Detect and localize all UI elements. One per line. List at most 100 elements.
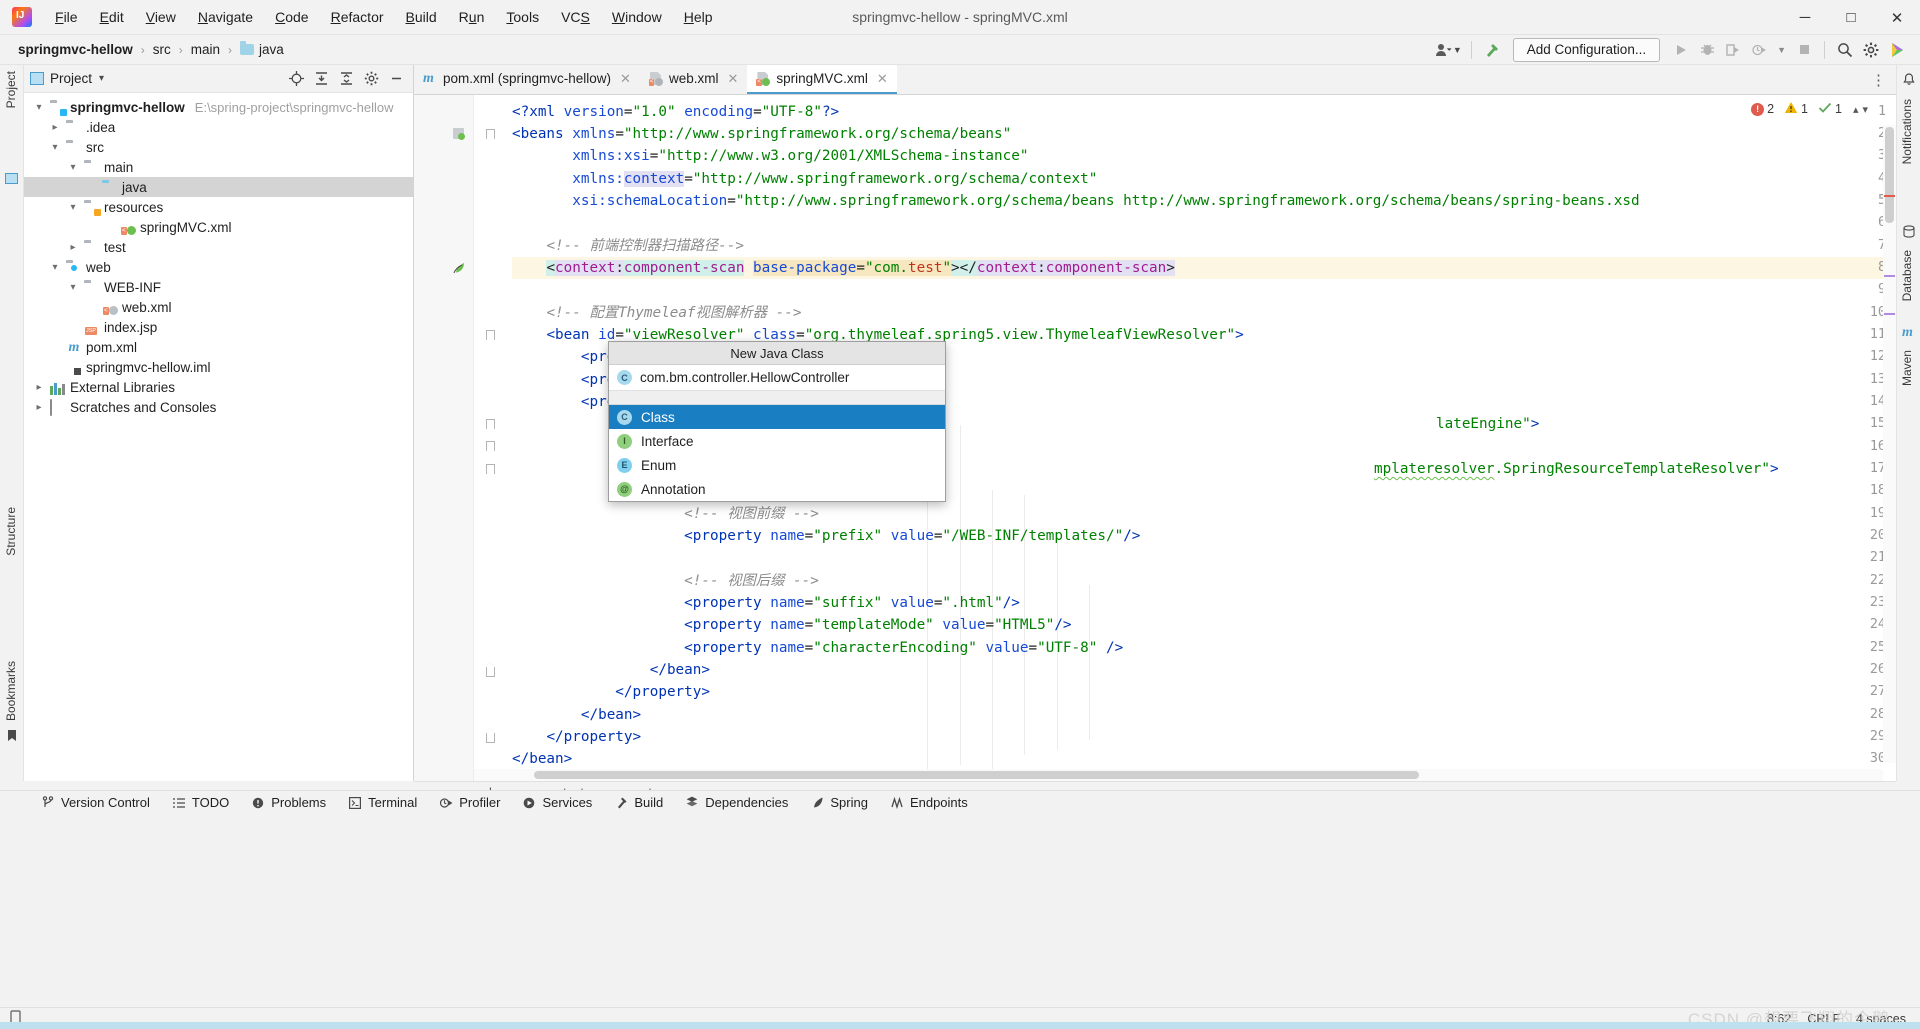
menu-help[interactable]: Help	[673, 5, 724, 29]
weak-warning-count[interactable]: 1	[1818, 101, 1842, 117]
menu-edit[interactable]: Edit	[89, 5, 135, 29]
chevron-right-icon[interactable]: ▸	[32, 402, 46, 413]
menu-vcs[interactable]: VCS	[550, 5, 601, 29]
chevron-right-icon[interactable]: ▸	[66, 242, 80, 253]
editor-tab-web-xml[interactable]: < web.xml ✕	[640, 65, 747, 94]
chevron-down-icon[interactable]: ▾	[48, 262, 62, 273]
menu-window[interactable]: Window	[601, 5, 673, 29]
menu-navigate[interactable]: Navigate	[187, 5, 264, 29]
warning-count[interactable]: 1	[1784, 101, 1808, 117]
breadcrumb-java[interactable]: java	[236, 40, 288, 59]
scrollbar-thumb[interactable]	[534, 771, 1419, 779]
chevron-down-icon[interactable]: ▾	[66, 202, 80, 213]
run-with-coverage-icon[interactable]	[1720, 38, 1746, 62]
popup-item-annotation[interactable]: @ Annotation	[609, 477, 945, 501]
close-icon[interactable]: ✕	[620, 71, 631, 87]
collapse-all-icon[interactable]	[335, 68, 357, 90]
expand-all-icon[interactable]	[310, 68, 332, 90]
add-configuration-button[interactable]: Add Configuration...	[1512, 37, 1661, 62]
tool-button-version-control[interactable]: Version Control	[30, 793, 161, 812]
popup-item-class[interactable]: C Class	[609, 405, 945, 429]
maximize-button[interactable]: □	[1828, 0, 1874, 35]
chevron-right-icon[interactable]: ▸	[32, 382, 46, 393]
chevron-up-icon[interactable]: ▴	[1853, 103, 1859, 116]
spring-bean-gutter-icon[interactable]	[452, 127, 465, 143]
chevron-down-icon[interactable]: ▼	[1777, 45, 1786, 55]
project-panel-icon[interactable]	[5, 173, 18, 184]
tree-node-src[interactable]: ▾ src	[24, 137, 413, 157]
tree-node-web-xml[interactable]: ▸ < web.xml	[24, 297, 413, 317]
tool-button-services[interactable]: Services	[511, 793, 603, 812]
chevron-down-icon[interactable]: ▾	[66, 162, 80, 173]
inspection-widget[interactable]: ! 2 1 1 ▴ ▾	[1751, 101, 1868, 117]
spring-leaf-gutter-icon[interactable]	[452, 261, 466, 278]
menu-file[interactable]: File	[44, 5, 89, 29]
chevron-down-icon[interactable]: ▾	[48, 142, 62, 153]
menu-view[interactable]: View	[135, 5, 187, 29]
tab-options-icon[interactable]: ⋮	[1861, 71, 1896, 89]
tree-node-external-libraries[interactable]: ▸ External Libraries	[24, 377, 413, 397]
search-everywhere-icon[interactable]	[1832, 38, 1858, 62]
settings-gear-icon[interactable]	[1858, 38, 1884, 62]
menu-build[interactable]: Build	[395, 5, 448, 29]
stripe-button-maven[interactable]: Maven	[1900, 350, 1914, 386]
menu-run[interactable]: Run	[448, 5, 496, 29]
class-name-input[interactable]: com.bm.controller.HellowController	[640, 370, 849, 385]
chevron-down-icon[interactable]: ▾	[66, 282, 80, 293]
chevron-down-icon[interactable]: ▾	[1862, 103, 1868, 116]
chevron-down-icon[interactable]: ▾	[32, 102, 46, 113]
editor-horizontal-scrollbar[interactable]	[474, 769, 1883, 781]
popup-item-enum[interactable]: E Enum	[609, 453, 945, 477]
menu-tools[interactable]: Tools	[495, 5, 550, 29]
build-hammer-icon[interactable]	[1479, 38, 1505, 62]
hide-panel-icon[interactable]	[385, 68, 407, 90]
debug-icon[interactable]	[1694, 38, 1720, 62]
menu-code[interactable]: Code	[264, 5, 319, 29]
run-icon[interactable]	[1668, 38, 1694, 62]
minimize-button[interactable]: ─	[1782, 0, 1828, 35]
popup-item-interface[interactable]: I Interface	[609, 429, 945, 453]
tree-node-springmvc-hellow[interactable]: ▾ springmvc-hellow E:\spring-project\spr…	[24, 97, 413, 117]
tree-node-index-jsp[interactable]: ▸ JSP index.jsp	[24, 317, 413, 337]
tool-button-endpoints[interactable]: Endpoints	[879, 793, 979, 812]
tool-button-spring[interactable]: Spring	[799, 793, 879, 812]
tool-button-todo[interactable]: TODO	[161, 793, 240, 812]
editor-vertical-scrollbar[interactable]	[1883, 125, 1896, 763]
tree-node-pom-xml[interactable]: ▸ m pom.xml	[24, 337, 413, 357]
tree-node-test[interactable]: ▸ test	[24, 237, 413, 257]
stripe-button-structure[interactable]: Structure	[4, 507, 18, 556]
menu-refactor[interactable]: Refactor	[320, 5, 395, 29]
breadcrumb-project[interactable]: springmvc-hellow	[14, 40, 137, 59]
tree-node-web[interactable]: ▾ web	[24, 257, 413, 277]
new-java-class-popup[interactable]: New Java Class C com.bm.controller.Hello…	[608, 341, 946, 502]
error-stripe-mark[interactable]	[1884, 195, 1895, 197]
stop-icon[interactable]	[1791, 38, 1817, 62]
close-button[interactable]: ✕	[1874, 0, 1920, 35]
scrollbar-thumb[interactable]	[1885, 127, 1894, 223]
stripe-button-database[interactable]: Database	[1900, 250, 1914, 301]
tool-button-dependencies[interactable]: Dependencies	[674, 793, 799, 812]
tree-node-springmvc-xml[interactable]: ▸ < springMVC.xml	[24, 217, 413, 237]
tree-node-resources[interactable]: ▾ resources	[24, 197, 413, 217]
profiler-icon[interactable]	[1746, 38, 1772, 62]
chevron-down-icon[interactable]: ▾	[99, 73, 104, 84]
tree-node-idea[interactable]: ▸ .idea	[24, 117, 413, 137]
occurrence-stripe-mark[interactable]	[1884, 275, 1895, 277]
chevron-down-icon[interactable]: ▼	[1453, 45, 1462, 55]
tool-button-build[interactable]: Build	[603, 793, 674, 812]
editor-tab-springmvc-xml[interactable]: < springMVC.xml ✕	[747, 65, 897, 94]
tree-node-iml[interactable]: ▸ springmvc-hellow.iml	[24, 357, 413, 377]
tree-node-scratches[interactable]: ▸ Scratches and Consoles	[24, 397, 413, 417]
stripe-button-notifications[interactable]: Notifications	[1900, 99, 1914, 164]
breadcrumb-src[interactable]: src	[149, 40, 175, 59]
tool-button-profiler[interactable]: Profiler	[428, 793, 511, 812]
panel-settings-icon[interactable]	[360, 68, 382, 90]
tree-node-web-inf[interactable]: ▾ WEB-INF	[24, 277, 413, 297]
stripe-button-bookmarks[interactable]: Bookmarks	[4, 661, 18, 721]
bell-icon[interactable]	[1903, 73, 1915, 89]
breadcrumb-main[interactable]: main	[187, 40, 224, 59]
ide-updates-icon[interactable]	[1884, 38, 1910, 62]
chevron-right-icon[interactable]: ▸	[48, 122, 62, 133]
tool-button-terminal[interactable]: Terminal	[337, 793, 428, 812]
locate-file-icon[interactable]	[285, 68, 307, 90]
